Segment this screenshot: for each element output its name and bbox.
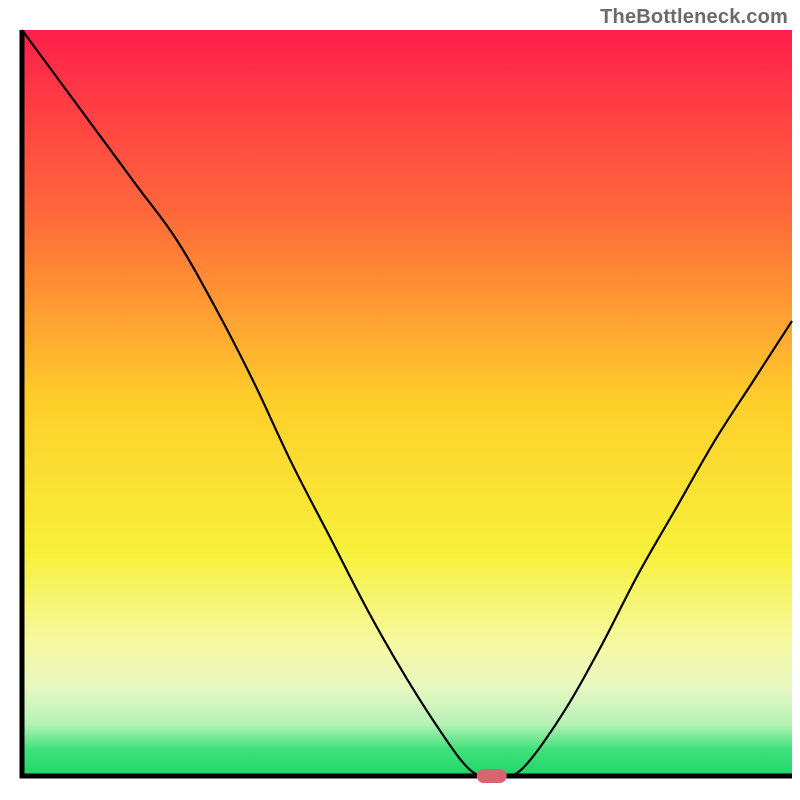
bottleneck-chart xyxy=(0,0,800,800)
chart-container: TheBottleneck.com xyxy=(0,0,800,800)
watermark-text: TheBottleneck.com xyxy=(600,6,788,29)
optimum-marker xyxy=(477,769,507,783)
plot-background xyxy=(22,30,792,776)
